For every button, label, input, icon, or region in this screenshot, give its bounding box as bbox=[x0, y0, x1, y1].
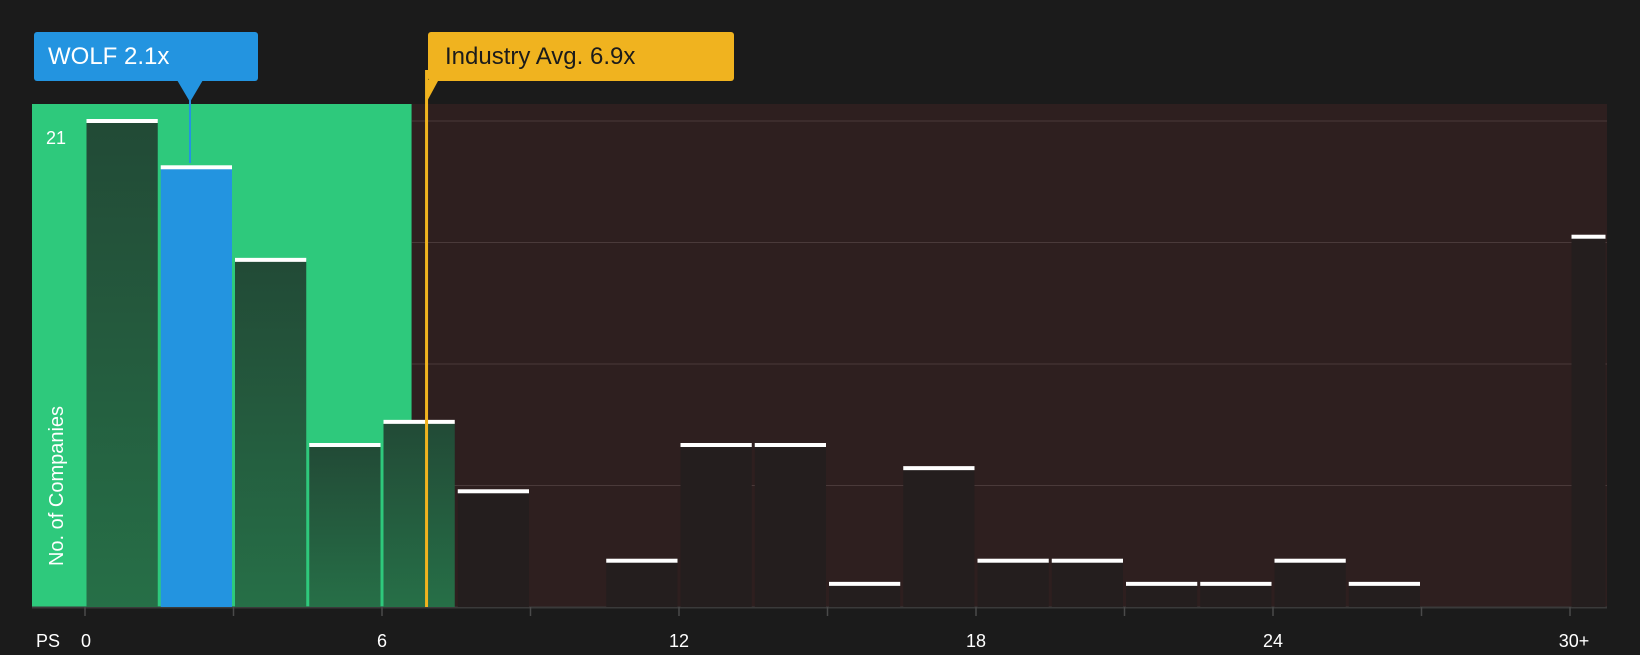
bar-top-cap bbox=[1051, 558, 1123, 563]
histogram-bar bbox=[1200, 583, 1272, 607]
histogram-bar bbox=[1126, 583, 1198, 607]
bar-top-cap bbox=[977, 558, 1049, 563]
bar-top-cap bbox=[1274, 558, 1346, 563]
bar-top-cap bbox=[829, 581, 901, 586]
bar-top-cap bbox=[1126, 581, 1198, 586]
y-tick-label: 21 bbox=[46, 128, 66, 148]
x-tick-label: 12 bbox=[669, 631, 689, 650]
histogram-bar bbox=[903, 468, 975, 607]
bar-top-cap bbox=[383, 419, 455, 424]
histogram-bar bbox=[1571, 236, 1606, 607]
bar-top-cap bbox=[309, 443, 381, 447]
bar-top-cap bbox=[903, 466, 975, 471]
histogram-bar bbox=[1051, 560, 1123, 607]
histogram-bar bbox=[680, 445, 752, 607]
x-tick-label: 30+ bbox=[1559, 631, 1590, 650]
x-tick-label: 24 bbox=[1263, 631, 1283, 650]
histogram-bar bbox=[457, 491, 529, 607]
histogram-bar bbox=[977, 560, 1049, 607]
x-tick-label: 18 bbox=[966, 631, 986, 650]
histogram-bar bbox=[1274, 560, 1346, 607]
histogram-bar bbox=[309, 445, 381, 607]
industry-avg-label: Industry Avg. 6.9x bbox=[445, 43, 635, 70]
y-axis-label: No. of Companies bbox=[46, 406, 68, 566]
overvalued-zone bbox=[411, 104, 1608, 607]
histogram-bar bbox=[86, 121, 158, 607]
bar-top-cap bbox=[606, 558, 678, 563]
ps-ratio-chart: Industry Avg. 6.9x WOLF 2.1x 21 0 6 12 18 24 30… bbox=[0, 0, 1640, 651]
bar-top-cap bbox=[86, 119, 158, 123]
bar-top-cap bbox=[160, 165, 232, 170]
bar-top-cap bbox=[754, 443, 826, 447]
histogram-bar bbox=[160, 167, 232, 608]
company-callout-pointer bbox=[177, 80, 203, 102]
bar-top-cap bbox=[235, 257, 307, 262]
x-tick-label: 6 bbox=[377, 631, 387, 650]
bar-top-cap bbox=[457, 489, 529, 494]
bar-top-cap bbox=[1571, 234, 1606, 239]
histogram-bar bbox=[235, 259, 307, 607]
chart-svg: Industry Avg. 6.9x WOLF 2.1x 21 0 6 12 18 24 30… bbox=[32, 32, 1608, 651]
histogram-bar bbox=[754, 445, 826, 607]
company-ps-label: WOLF 2.1x bbox=[48, 43, 169, 70]
bar-top-cap bbox=[1348, 581, 1420, 586]
x-tick-label: 0 bbox=[81, 631, 91, 650]
x-axis-label: PS bbox=[36, 631, 60, 650]
histogram-bar bbox=[606, 560, 678, 607]
histogram-bar bbox=[383, 421, 455, 607]
bar-top-cap bbox=[1200, 581, 1272, 586]
histogram-bar bbox=[829, 583, 901, 607]
bar-top-cap bbox=[680, 443, 752, 447]
histogram-bar bbox=[1348, 583, 1420, 607]
